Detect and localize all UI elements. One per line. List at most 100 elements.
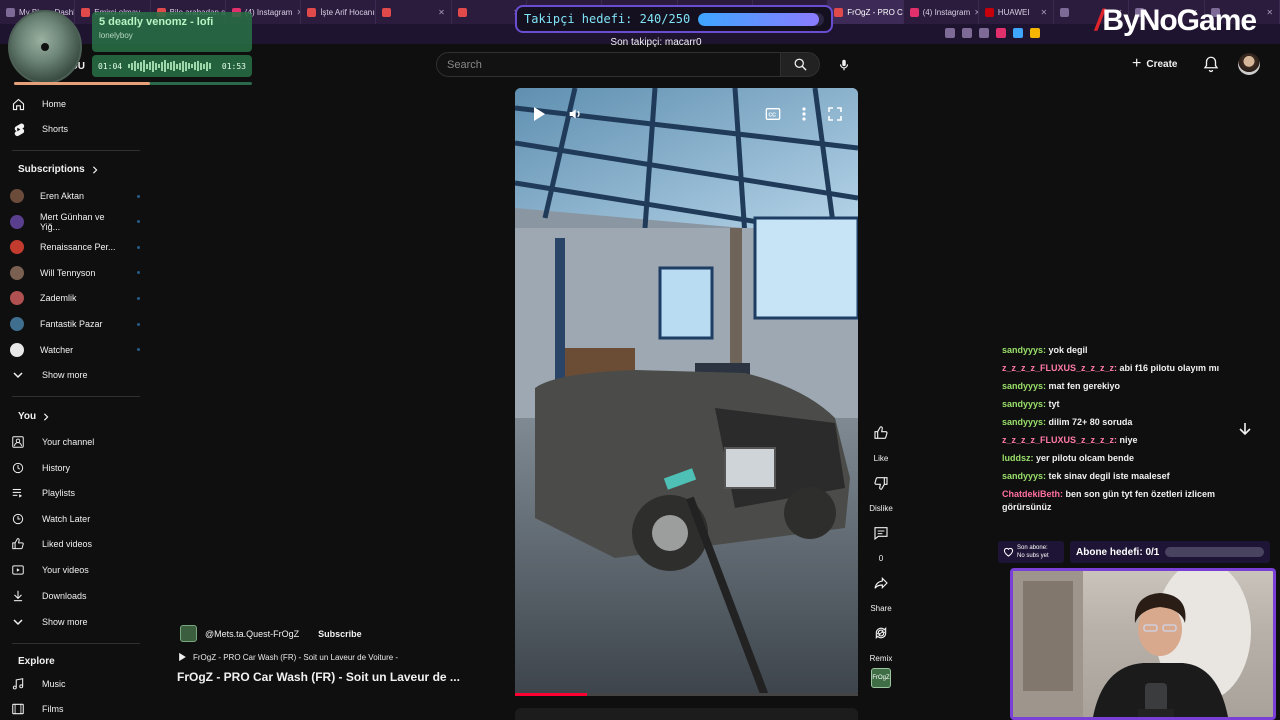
you-heading-label: You <box>18 411 37 422</box>
extension-icon[interactable] <box>1030 28 1040 38</box>
sidebar-item-subscription[interactable]: Fantastik Pazar <box>10 312 140 336</box>
more-vertical-icon <box>802 107 806 121</box>
thumbs-up-icon <box>869 422 893 444</box>
sidebar-item-liked-videos[interactable]: Liked videos <box>10 532 140 556</box>
follower-goal-widget: Takipçi hedefi: 240/250 <box>515 5 833 33</box>
browser-tab[interactable]: FrOgZ - PRO Car W✕ <box>828 0 904 24</box>
next-short-preview[interactable] <box>515 708 858 720</box>
play-icon <box>179 652 186 662</box>
audio-channel-thumbnail[interactable]: FrOgZ <box>871 668 891 688</box>
track-progress-card: 01:04 01:53 <box>92 55 252 77</box>
browser-tab[interactable]: ✕ <box>376 0 452 24</box>
arrow-down-icon[interactable] <box>1237 421 1253 437</box>
close-tab-icon[interactable]: ✕ <box>438 8 445 17</box>
short-title[interactable]: FrOgZ - PRO Car Wash (FR) - Soit un Lave… <box>177 670 477 684</box>
channel-name[interactable]: @Mets.ta.Quest-FrOgZ <box>205 629 299 639</box>
search-button[interactable] <box>780 52 820 77</box>
extension-icon[interactable] <box>1013 28 1023 38</box>
chat-username[interactable]: ChatdekiBeth: <box>1002 489 1063 499</box>
subscriptions-heading[interactable]: Subscriptions <box>18 164 99 175</box>
chat-username[interactable]: sandyyys: <box>1002 417 1046 427</box>
chat-username[interactable]: z_z_z_z_FLUXUS_z_z_z_z: <box>1002 435 1117 445</box>
waveform-bar <box>173 61 176 71</box>
bookmark-icon[interactable] <box>945 28 955 38</box>
search-input[interactable]: Search <box>436 52 781 77</box>
sidebar-item-label: Watch Later <box>42 513 91 524</box>
video-icon <box>10 562 26 578</box>
fullscreen-icon <box>828 107 842 121</box>
subscriptions-heading-label: Subscriptions <box>18 164 85 175</box>
chat-username[interactable]: sandyyys: <box>1002 381 1046 391</box>
sidebar-item-label: Downloads <box>42 590 87 601</box>
short-progress-bar[interactable] <box>515 693 858 696</box>
chat-text: tek sinav degil iste maalesef <box>1046 471 1170 481</box>
waveform-bar <box>146 63 149 69</box>
sidebar-item-shorts[interactable]: Shorts <box>10 117 140 141</box>
sidebar-item-history[interactable]: History <box>10 456 140 480</box>
close-tab-icon[interactable]: ✕ <box>1040 8 1047 17</box>
chat-username[interactable]: luddsz: <box>1002 453 1034 463</box>
like-button[interactable]: Like <box>864 422 898 463</box>
volume-button[interactable] <box>565 104 585 124</box>
play-button[interactable] <box>529 104 549 124</box>
sidebar-item-your-channel[interactable]: Your channel <box>10 430 140 454</box>
browser-tab[interactable]: (4) Instagram✕ <box>904 0 979 24</box>
track-total: 01:53 <box>221 61 246 71</box>
show-more-you[interactable]: Show more <box>10 610 140 634</box>
close-tab-icon[interactable]: ✕ <box>1266 8 1273 17</box>
sidebar-item-films[interactable]: Films <box>10 697 140 720</box>
comments-button[interactable]: 0 <box>864 522 898 563</box>
remix-button[interactable]: Remix <box>864 622 898 663</box>
captions-button[interactable]: CC <box>763 104 783 124</box>
short-sound-row[interactable]: FrOgZ - PRO Car Wash (FR) - Soit un Lave… <box>178 652 398 662</box>
tab-favicon <box>457 7 467 17</box>
explore-heading: Explore <box>18 656 55 667</box>
svg-text:CC: CC <box>768 113 776 119</box>
account-avatar[interactable] <box>1238 53 1260 75</box>
streamer-webcam <box>1010 568 1276 720</box>
sidebar-item-subscription[interactable]: Will Tennyson <box>10 261 140 285</box>
extension-icon[interactable] <box>996 28 1006 38</box>
fullscreen-button[interactable] <box>825 104 845 124</box>
chat-username[interactable]: sandyyys: <box>1002 471 1046 481</box>
sidebar-item-label: Fantastik Pazar <box>40 319 103 329</box>
you-heading[interactable]: You <box>18 411 50 422</box>
dislike-button[interactable]: Dislike <box>864 472 898 513</box>
sidebar-item-downloads[interactable]: Downloads <box>10 584 140 608</box>
chat-username[interactable]: z_z_z_z_FLUXUS_z_z_z_z: <box>1002 363 1117 373</box>
zoom-icon[interactable] <box>962 28 972 38</box>
share-button[interactable]: Share <box>864 572 898 613</box>
sidebar-item-watch-later[interactable]: Watch Later <box>10 507 140 531</box>
waveform-bar <box>200 62 203 70</box>
sidebar-item-subscription[interactable]: Eren Aktan <box>10 184 140 208</box>
chat-username[interactable]: sandyyys: <box>1002 345 1046 355</box>
sidebar-item-music[interactable]: Music <box>10 672 140 696</box>
sidebar-item-label: Show more <box>42 617 88 627</box>
more-options-button[interactable] <box>794 104 814 124</box>
notifications-bell-icon[interactable] <box>1202 55 1220 73</box>
sidebar-item-home[interactable]: Home <box>10 92 140 116</box>
browser-tab[interactable]: HUAWEI ✕ <box>979 0 1055 24</box>
sidebar-item-label: Playlists <box>42 488 76 499</box>
sidebar-item-subscription[interactable]: Zademlik <box>10 286 140 310</box>
chat-message: sandyyys: yok degil <box>1002 344 1232 357</box>
chat-message: sandyyys: dilim 72+ 80 soruda <box>1002 416 1232 429</box>
sidebar-item-playlists[interactable]: Playlists <box>10 481 140 505</box>
browser-tab[interactable]: İşte Arif Hocanın M✕ <box>301 0 377 24</box>
chat-message: sandyyys: mat fen gerekiyo <box>1002 380 1232 393</box>
sidebar-item-subscription[interactable]: Mert Günhan ve Yiğ... <box>10 210 140 234</box>
subscriber-goal-bar <box>1165 547 1264 557</box>
sidebar-item-subscription[interactable]: Renaissance Per... <box>10 235 140 259</box>
star-icon[interactable] <box>979 28 989 38</box>
channel-avatar[interactable] <box>180 625 197 642</box>
show-more-subscriptions[interactable]: Show more <box>10 363 140 387</box>
subscribe-button[interactable]: Subscribe <box>311 626 369 642</box>
chat-message: sandyyys: tyt <box>1002 398 1232 411</box>
new-content-dot <box>137 220 140 224</box>
short-video-player[interactable]: CC <box>515 88 858 696</box>
chat-username[interactable]: sandyyys: <box>1002 399 1046 409</box>
sidebar-item-your-videos[interactable]: Your videos <box>10 558 140 582</box>
create-button[interactable]: + Create <box>1132 54 1177 74</box>
voice-search-button[interactable] <box>830 52 858 77</box>
sidebar-item-subscription[interactable]: Watcher <box>10 338 140 362</box>
